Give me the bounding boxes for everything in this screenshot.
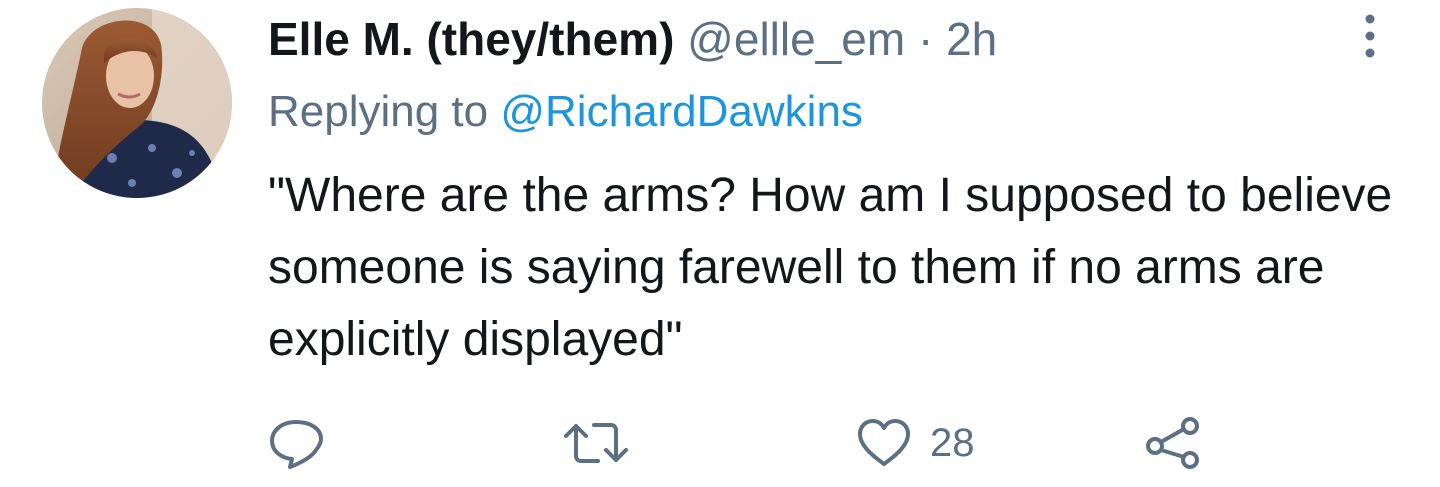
like-button[interactable]: 28 <box>856 416 975 470</box>
like-count: 28 <box>930 420 975 465</box>
retweet-icon <box>564 423 628 463</box>
heart-icon <box>858 419 910 466</box>
tweet-header: Elle M. (they/them) @ellle_em · 2h <box>268 12 997 66</box>
separator-dot: · <box>917 13 947 65</box>
timestamp[interactable]: 2h <box>946 13 997 65</box>
replying-to: Replying to @RichardDawkins <box>268 86 863 138</box>
avatar[interactable] <box>42 8 232 198</box>
reply-button[interactable] <box>268 416 342 470</box>
author-name[interactable]: Elle M. (they/them) <box>268 13 674 65</box>
more-vertical-icon[interactable] <box>1362 14 1378 58</box>
author-handle[interactable]: @ellle_em <box>687 13 905 65</box>
tweet-actions: 28 <box>268 416 1418 470</box>
tweet: Elle M. (they/them) @ellle_em · 2h Reply… <box>0 0 1440 487</box>
share-button[interactable] <box>1144 416 1222 470</box>
replying-to-mention[interactable]: @RichardDawkins <box>500 87 863 136</box>
replying-prefix: Replying to <box>268 87 501 136</box>
reply-icon <box>270 420 323 469</box>
tweet-text: "Where are the arms? How am I supposed t… <box>268 169 1393 366</box>
retweet-button[interactable] <box>560 416 650 470</box>
share-icon <box>1146 417 1199 469</box>
